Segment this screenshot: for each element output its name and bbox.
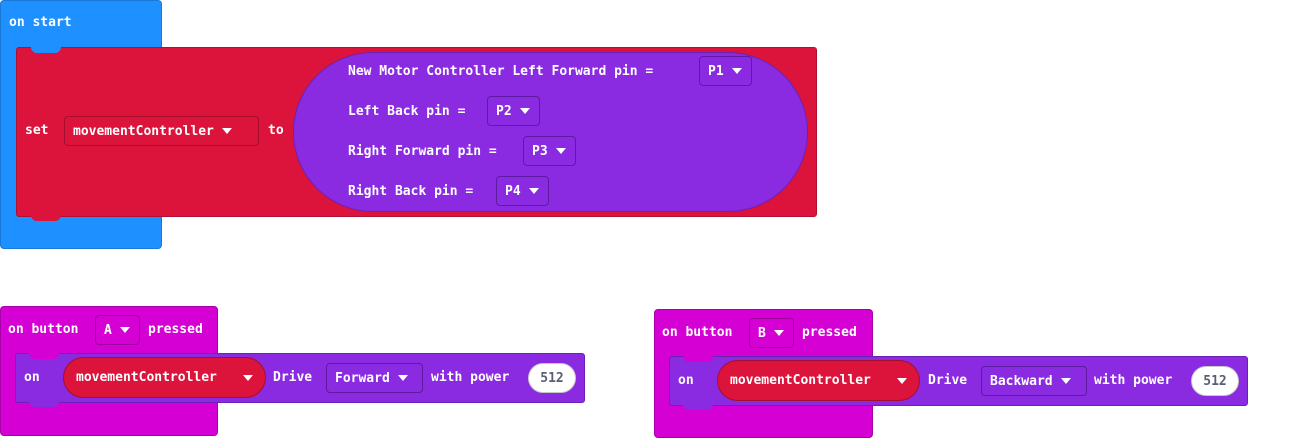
- block-notch: [29, 353, 59, 359]
- direction: Backward: [990, 373, 1053, 389]
- block-notch: [29, 401, 59, 407]
- power-label: with power: [431, 370, 510, 385]
- button-a-dropdown[interactable]: A: [95, 315, 140, 345]
- right-forward-pin-dropdown[interactable]: P3: [523, 136, 576, 166]
- chevron-down-icon: [1060, 378, 1071, 384]
- power-value: 512: [1203, 373, 1227, 389]
- chevron-down-icon: [119, 327, 130, 333]
- right-forward-pin: P3: [532, 143, 548, 159]
- on-label: on: [24, 370, 40, 385]
- power-label: with power: [1094, 373, 1173, 388]
- direction-dropdown[interactable]: Backward: [981, 366, 1087, 396]
- variable-dropdown[interactable]: movementController: [64, 116, 259, 146]
- block-notch: [683, 404, 713, 410]
- block-notch: [31, 47, 61, 53]
- constructor-title: New Motor Controller Left Forward pin =: [348, 64, 654, 79]
- left-back-label: Left Back pin =: [348, 104, 466, 119]
- chevron-down-icon: [897, 378, 907, 384]
- chevron-down-icon: [555, 148, 566, 154]
- right-back-label: Right Back pin =: [348, 184, 474, 199]
- right-back-pin: P4: [505, 183, 521, 199]
- button-name: A: [104, 322, 112, 338]
- button-b-dropdown[interactable]: B: [749, 318, 794, 348]
- controller-name: movementController: [730, 373, 871, 388]
- pressed-label: pressed: [802, 325, 857, 340]
- on-button-label: on button: [8, 322, 79, 337]
- left-back-pin-dropdown[interactable]: P2: [487, 96, 540, 126]
- power-input[interactable]: 512: [528, 363, 576, 393]
- power-input[interactable]: 512: [1191, 366, 1239, 396]
- on-start-label: on start: [9, 15, 72, 30]
- controller-name: movementController: [76, 370, 217, 385]
- button-name: B: [758, 325, 766, 341]
- chevron-down-icon: [221, 128, 232, 134]
- block-notch: [31, 215, 61, 221]
- left-back-pin: P2: [496, 103, 512, 119]
- block-notch: [683, 356, 713, 362]
- chevron-down-icon: [731, 68, 742, 74]
- on-label: on: [678, 373, 694, 388]
- direction: Forward: [335, 370, 390, 386]
- drive-label: Drive: [928, 373, 968, 388]
- drive-label: Drive: [273, 370, 313, 385]
- right-forward-label: Right Forward pin =: [348, 144, 497, 159]
- chevron-down-icon: [397, 375, 408, 381]
- variable-name: movementController: [73, 123, 214, 139]
- right-back-pin-dropdown[interactable]: P4: [496, 176, 549, 206]
- on-button-label: on button: [662, 325, 733, 340]
- direction-dropdown[interactable]: Forward: [326, 363, 423, 393]
- power-value: 512: [540, 370, 564, 386]
- left-forward-pin-dropdown[interactable]: P1: [699, 56, 752, 86]
- chevron-down-icon: [243, 375, 253, 381]
- left-forward-pin: P1: [708, 63, 724, 79]
- chevron-down-icon: [528, 188, 539, 194]
- chevron-down-icon: [773, 330, 784, 336]
- chevron-down-icon: [519, 108, 530, 114]
- to-label: to: [268, 123, 284, 138]
- pressed-label: pressed: [148, 322, 203, 337]
- set-label: set: [25, 123, 49, 138]
